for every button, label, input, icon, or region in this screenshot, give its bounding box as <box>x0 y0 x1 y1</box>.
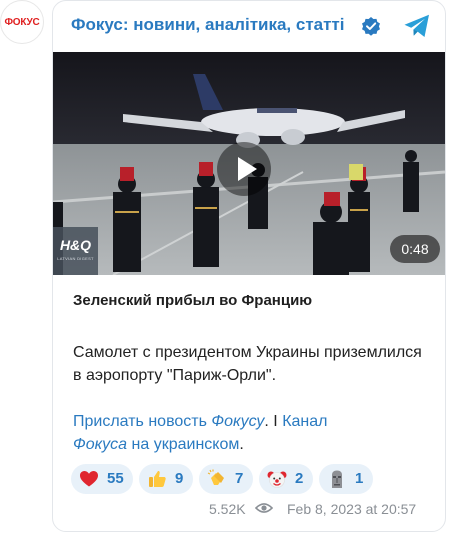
reaction-moai[interactable]: 1 <box>319 464 373 494</box>
moai-icon <box>332 470 342 488</box>
post-date[interactable]: Feb 8, 2023 at 20:57 <box>287 501 416 517</box>
video-duration-badge: 0:48 <box>390 235 440 263</box>
reaction-heart[interactable]: 55 <box>71 464 133 494</box>
reaction-clown[interactable]: 2 <box>259 464 313 494</box>
reaction-clap[interactable]: 7 <box>199 464 253 494</box>
post-headline: Зеленский прибыл во Францию <box>73 292 313 309</box>
post-meta: 5.52K Feb 8, 2023 at 20:57 <box>53 499 430 519</box>
play-button[interactable] <box>217 142 271 196</box>
post-header: Фокус: новини, аналітика, статті <box>53 1 445 51</box>
telegram-logo-icon[interactable] <box>403 13 431 39</box>
video-watermark-logo: H&Q LATVIAN DIGEST <box>53 227 98 275</box>
post-links: Прислать новость Фокусу. I Канал Фокуса н… <box>73 413 328 453</box>
view-count: 5.52K <box>209 501 246 517</box>
channel-title[interactable]: Фокус: новини, аналітика, статті <box>71 15 345 35</box>
verified-badge-icon <box>362 17 380 36</box>
clapping-hands-icon <box>207 469 224 485</box>
watermark-text: H&Q <box>59 237 92 253</box>
post-body: Самолет с президентом Украины приземлилс… <box>73 344 422 384</box>
send-news-link[interactable]: Прислать новость Фокусу <box>73 413 264 430</box>
play-icon <box>238 157 257 181</box>
watermark-subtext: LATVIAN DIGEST <box>57 256 94 261</box>
reaction-thumbs-up[interactable]: 9 <box>139 464 193 494</box>
eye-icon <box>255 503 273 513</box>
clown-face-icon <box>267 471 287 488</box>
heart-icon <box>80 471 98 487</box>
avatar-label: ФОКУС <box>4 16 40 28</box>
post-card: Фокус: новини, аналітика, статті H&Q LAT… <box>52 0 446 532</box>
video-preview[interactable]: H&Q LATVIAN DIGEST 0:48 <box>53 52 445 275</box>
thumbs-up-icon <box>149 471 166 487</box>
channel-avatar[interactable]: ФОКУС <box>0 0 44 44</box>
